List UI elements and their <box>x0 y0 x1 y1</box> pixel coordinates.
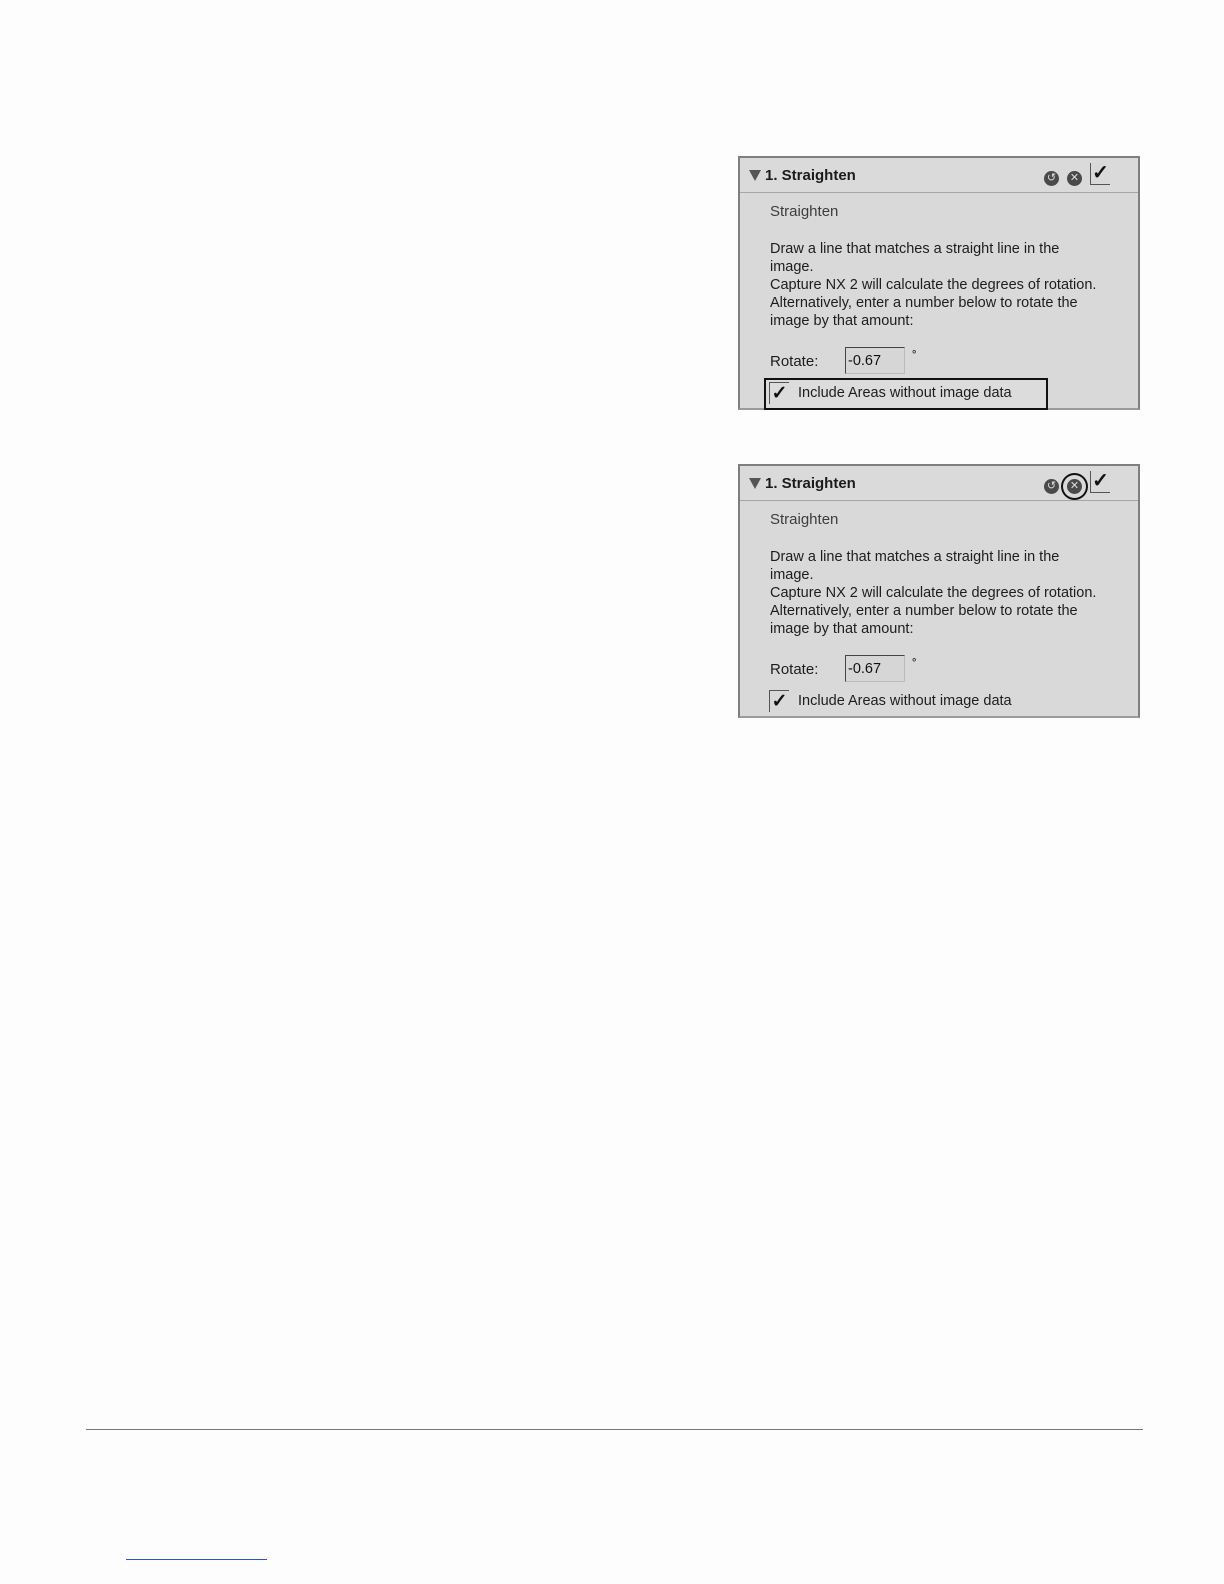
panel-header: 1. Straighten ↺ ✕ ✓ <box>740 158 1138 193</box>
include-areas-option[interactable]: ✓ Include Areas without image data <box>764 378 1048 410</box>
reset-icon[interactable]: ↺ <box>1044 171 1059 186</box>
degree-unit: ° <box>912 657 917 669</box>
description-line: Draw a line that matches a straight line… <box>770 549 1060 565</box>
straighten-panel: 1. Straighten ↺ ✕ ✓ Straighten Draw a li… <box>738 156 1140 410</box>
degree-unit: ° <box>912 349 917 361</box>
page-divider <box>86 1429 1143 1430</box>
rotate-input[interactable] <box>845 655 905 682</box>
include-areas-label[interactable]: Include Areas without image data <box>798 693 1012 709</box>
include-areas-checkbox[interactable]: ✓ <box>769 382 789 404</box>
enable-step-checkbox[interactable]: ✓ <box>1090 471 1110 493</box>
tool-subtitle: Straighten <box>770 203 839 220</box>
include-areas-option[interactable]: ✓ Include Areas without image data <box>764 686 1048 718</box>
tool-subtitle: Straighten <box>770 511 839 528</box>
description-line: image. <box>770 259 814 275</box>
panel-title: 1. Straighten <box>765 475 856 492</box>
tool-description: Draw a line that matches a straight line… <box>770 548 1140 638</box>
rotate-label: Rotate: <box>770 353 819 370</box>
description-line: Alternatively, enter a number below to r… <box>770 603 1078 619</box>
rotate-input[interactable] <box>845 347 905 374</box>
footer-link-underline[interactable] <box>126 1559 267 1560</box>
description-line: image by that amount: <box>770 313 914 329</box>
panel-header: 1. Straighten ↺ ✕ ✓ <box>740 466 1138 501</box>
disclosure-triangle-icon[interactable] <box>749 170 761 181</box>
description-line: Draw a line that matches a straight line… <box>770 241 1060 257</box>
include-areas-checkbox[interactable]: ✓ <box>769 690 789 712</box>
description-line: image by that amount: <box>770 621 914 637</box>
tool-description: Draw a line that matches a straight line… <box>770 240 1140 330</box>
remove-icon[interactable]: ✕ <box>1067 171 1082 186</box>
description-line: Alternatively, enter a number below to r… <box>770 295 1078 311</box>
rotate-label: Rotate: <box>770 661 819 678</box>
panel-title: 1. Straighten <box>765 167 856 184</box>
remove-icon[interactable]: ✕ <box>1067 479 1082 494</box>
description-line: Capture NX 2 will calculate the degrees … <box>770 277 1097 293</box>
include-areas-label[interactable]: Include Areas without image data <box>798 385 1012 401</box>
description-line: image. <box>770 567 814 583</box>
enable-step-checkbox[interactable]: ✓ <box>1090 163 1110 185</box>
description-line: Capture NX 2 will calculate the degrees … <box>770 585 1097 601</box>
disclosure-triangle-icon[interactable] <box>749 478 761 489</box>
reset-icon[interactable]: ↺ <box>1044 479 1059 494</box>
straighten-panel: 1. Straighten ↺ ✕ ✓ Straighten Draw a li… <box>738 464 1140 718</box>
